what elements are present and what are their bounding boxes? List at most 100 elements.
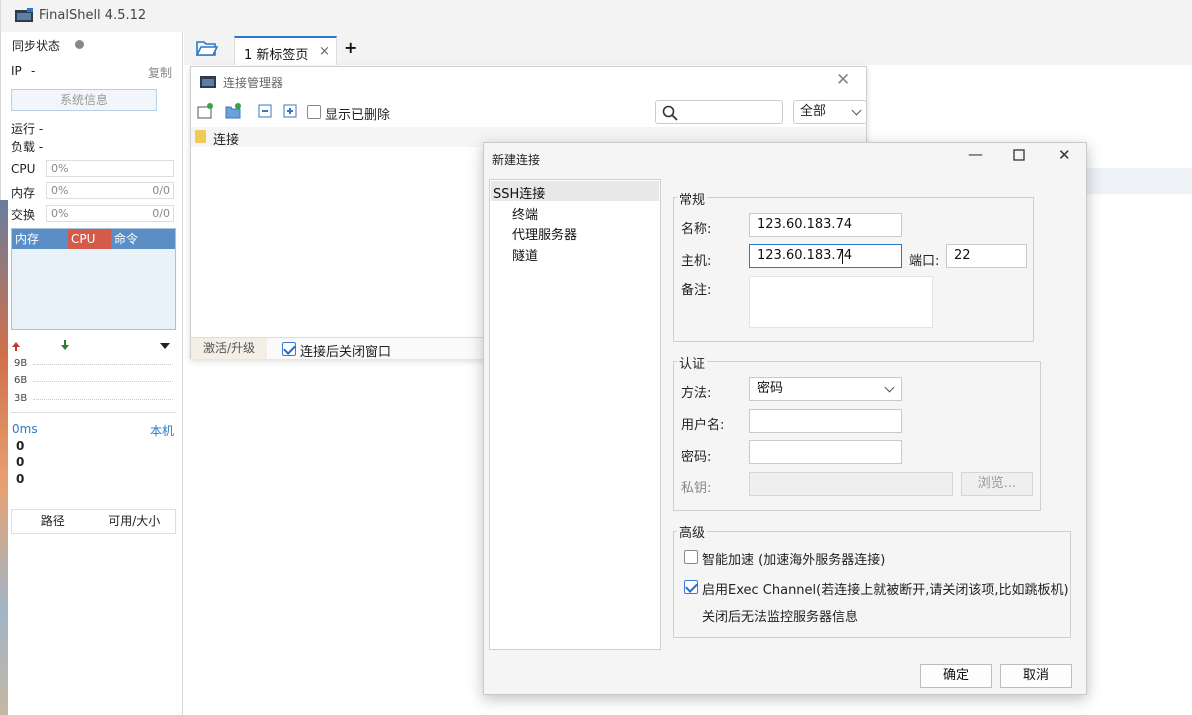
- filter-value: 全部: [800, 104, 827, 119]
- add-tab-icon[interactable]: +: [344, 38, 357, 57]
- swap-detail: 0/0: [152, 207, 170, 220]
- sysinfo-button[interactable]: 系统信息: [11, 89, 157, 111]
- disk-col-path[interactable]: 路径: [12, 510, 94, 533]
- title-bar: FinalShell 4.5.12: [1, 0, 1192, 32]
- tab-close-icon[interactable]: ×: [319, 44, 330, 59]
- mem-detail: 0/0: [152, 184, 170, 197]
- note-field[interactable]: [749, 276, 933, 328]
- nav-item-ssh[interactable]: SSH连接: [493, 183, 545, 202]
- smart-accel-checkbox[interactable]: [684, 550, 698, 564]
- uptime-label: 运行 -: [11, 122, 44, 136]
- load-label: 负载 -: [11, 140, 44, 154]
- new-connection-dialog: 新建连接 — ✕ SSH连接 终端 代理服务器 隧道 常规 名称: 123.60…: [483, 142, 1087, 695]
- settings-nav-tree: SSH连接 终端 代理服务器 隧道: [489, 179, 661, 650]
- mem-value: 0%: [51, 184, 69, 197]
- connection-manager-icon: [200, 76, 216, 88]
- note-label: 备注:: [681, 283, 712, 298]
- app-icon: [15, 8, 33, 22]
- exec-channel-label: 启用Exec Channel(若连接上就被断开,请关闭该项,比如跳板机): [702, 583, 1069, 598]
- username-label: 用户名:: [681, 418, 725, 433]
- folder-icon: [195, 130, 206, 143]
- maximize-icon[interactable]: [1013, 147, 1025, 165]
- tab-new-tab[interactable]: 1 新标签页 ×: [234, 36, 337, 65]
- swap-label: 交换: [11, 208, 36, 222]
- tab-bar: 1 新标签页 × +: [184, 32, 1192, 65]
- ok-button[interactable]: 确定: [920, 664, 992, 688]
- name-field[interactable]: 123.60.183.74: [749, 213, 902, 237]
- auth-method-select[interactable]: 密码: [749, 377, 902, 401]
- close-after-connect-checkbox[interactable]: [282, 342, 296, 356]
- cpu-label: CPU: [11, 162, 36, 176]
- nav-item-proxy[interactable]: 代理服务器: [512, 224, 577, 243]
- chevron-down-icon: [851, 105, 862, 116]
- swap-meter: 0% 0/0: [46, 205, 174, 222]
- nav-item-terminal[interactable]: 终端: [512, 204, 538, 223]
- expand-all-icon[interactable]: [282, 103, 298, 119]
- upload-arrow-icon: [12, 342, 20, 351]
- ping-value: 0: [16, 472, 25, 486]
- content-highlight-row: [1086, 168, 1192, 194]
- password-field[interactable]: [749, 440, 902, 464]
- ping-panel: 0ms 本机 0 0 0: [11, 420, 176, 494]
- mem-label: 内存: [11, 186, 36, 200]
- password-label: 密码:: [681, 450, 712, 465]
- app-title: FinalShell 4.5.12: [39, 8, 147, 23]
- ping-latency: 0ms: [12, 422, 38, 436]
- show-deleted-checkbox[interactable]: [307, 105, 321, 119]
- exec-channel-note: 关闭后无法监控服务器信息: [702, 610, 859, 625]
- port-field[interactable]: 22: [946, 244, 1027, 268]
- general-legend: 常规: [677, 189, 708, 208]
- close-after-connect-label: 连接后关闭窗口: [300, 345, 392, 360]
- net-scale-label: 6B: [14, 375, 28, 386]
- chevron-down-icon: [884, 382, 895, 393]
- cpu-meter: 0%: [46, 160, 174, 177]
- username-field[interactable]: [749, 409, 902, 433]
- proc-col-command[interactable]: 命令: [111, 229, 175, 249]
- process-table-header: 内存 CPU 命令: [12, 229, 175, 249]
- sync-status-label: 同步状态: [12, 39, 61, 53]
- host-value: 123.60.183.74: [757, 248, 853, 263]
- close-icon[interactable]: ✕: [836, 70, 850, 90]
- close-icon[interactable]: ✕: [1058, 146, 1071, 164]
- ping-target[interactable]: 本机: [150, 422, 174, 439]
- sync-status-icon: [75, 40, 84, 49]
- port-label: 端口:: [909, 254, 940, 269]
- open-folder-icon[interactable]: [196, 39, 218, 57]
- collapse-all-icon[interactable]: [257, 103, 273, 119]
- activate-upgrade-link[interactable]: 激活/升级: [191, 338, 267, 359]
- show-deleted-label: 显示已删除: [325, 108, 391, 123]
- new-folder-icon[interactable]: [225, 103, 241, 119]
- minimize-icon[interactable]: —: [968, 145, 983, 163]
- private-key-label: 私钥:: [681, 481, 712, 496]
- dialog-title: 新建连接: [492, 153, 541, 167]
- net-scale-label: 9B: [14, 358, 28, 369]
- interface-dropdown-icon[interactable]: [160, 343, 170, 349]
- advanced-legend: 高级: [677, 522, 708, 541]
- nav-item-tunnel[interactable]: 隧道: [512, 245, 538, 264]
- search-icon: [662, 105, 678, 121]
- host-field[interactable]: 123.60.183.74: [749, 244, 902, 268]
- tree-item-label: 连接: [213, 133, 240, 148]
- new-connection-icon[interactable]: [197, 103, 213, 119]
- download-arrow-icon: [61, 340, 69, 350]
- cancel-button[interactable]: 取消: [1000, 664, 1072, 688]
- net-scale-label: 3B: [14, 393, 28, 404]
- ping-value: 0: [16, 439, 25, 453]
- copy-ip-button[interactable]: 复制: [148, 64, 172, 81]
- private-key-field[interactable]: [749, 472, 953, 496]
- browse-button[interactable]: 浏览...: [961, 472, 1033, 496]
- process-table[interactable]: 内存 CPU 命令: [11, 228, 176, 330]
- ip-label: IP: [11, 64, 22, 78]
- exec-channel-checkbox[interactable]: [684, 580, 698, 594]
- connection-search-input[interactable]: [655, 100, 783, 124]
- network-graph: 9B 6B 3B: [11, 337, 176, 413]
- proc-col-cpu[interactable]: CPU: [68, 229, 111, 249]
- method-label: 方法:: [681, 386, 712, 401]
- disk-table-header: 路径 可用/大小: [11, 509, 176, 534]
- connection-filter-select[interactable]: 全部: [793, 100, 867, 124]
- ip-value: -: [31, 64, 36, 78]
- proc-col-mem[interactable]: 内存: [12, 229, 68, 249]
- ping-value: 0: [16, 455, 25, 469]
- disk-col-size[interactable]: 可用/大小: [94, 510, 176, 533]
- connection-manager-toolbar: 显示已删除 全部: [191, 97, 867, 127]
